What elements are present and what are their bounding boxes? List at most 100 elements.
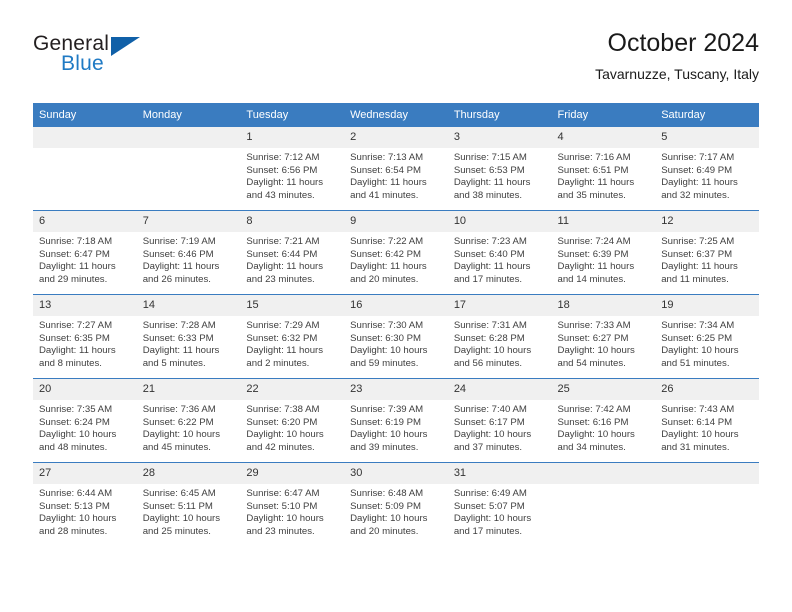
calendar-day-cell[interactable]: 21 Sunrise: 7:36 AM Sunset: 6:22 PM Dayligh…	[136, 378, 241, 463]
day-number: 8	[240, 211, 345, 232]
calendar-day-cell[interactable]: 18 Sunrise: 7:33 AM Sunset: 6:27 PM Dayligh…	[551, 294, 656, 379]
calendar-day-cell[interactable]: 15 Sunrise: 7:29 AM Sunset: 6:32 PM Dayligh…	[240, 294, 345, 379]
day-number: 30	[344, 463, 448, 484]
day-details: Sunrise: 7:15 AM Sunset: 6:53 PM Daylight:…	[448, 148, 552, 202]
calendar-day-cell[interactable]: 26 Sunrise: 7:43 AM Sunset: 6:14 PM Dayligh…	[655, 378, 759, 463]
day-details: Sunrise: 6:47 AM Sunset: 5:10 PM Daylight:…	[240, 484, 344, 538]
calendar-day-cell[interactable]: 4 Sunrise: 7:16 AM Sunset: 6:51 PM Daylight…	[551, 127, 656, 211]
logo-text-blue: Blue	[61, 52, 104, 75]
daylight-text-line2: and 35 minutes.	[557, 189, 626, 201]
day-number: 11	[551, 211, 656, 232]
daylight-text-line1: Daylight: 10 hours	[453, 513, 532, 525]
daylight-text-line1: Daylight: 10 hours	[39, 429, 117, 441]
calendar-day-cell[interactable]: 20 Sunrise: 7:35 AM Sunset: 6:24 PM Dayligh…	[33, 378, 137, 463]
sunset-text: Sunset: 6:16 PM	[557, 416, 629, 428]
calendar-table: Sunday Monday Tuesday Wednesday Thursday…	[33, 103, 759, 546]
day-number: 26	[655, 379, 759, 400]
sunset-text: Sunset: 6:22 PM	[142, 416, 214, 428]
day-details: Sunrise: 7:24 AM Sunset: 6:39 PM Daylight:…	[552, 232, 656, 286]
sunrise-text: Sunrise: 6:48 AM	[350, 488, 424, 499]
daylight-text-line2: and 38 minutes.	[453, 189, 523, 201]
day-details: Sunrise: 7:34 AM Sunset: 6:25 PM Daylight:…	[655, 316, 759, 370]
calendar-day-cell[interactable]: 25 Sunrise: 7:42 AM Sunset: 6:16 PM Dayligh…	[551, 378, 656, 463]
daylight-text-line1: Daylight: 10 hours	[661, 345, 739, 357]
calendar-day-cell[interactable]: 3 Sunrise: 7:15 AM Sunset: 6:53 PM Daylight…	[447, 127, 552, 211]
calendar-day-cell[interactable]: 6 Sunrise: 7:18 AM Sunset: 6:47 PM Daylight…	[33, 210, 137, 295]
calendar-day-cell[interactable]: 12 Sunrise: 7:25 AM Sunset: 6:37 PM Dayligh…	[655, 210, 759, 295]
day-number: 18	[551, 295, 656, 316]
daylight-text-line1: Daylight: 10 hours	[142, 513, 221, 525]
day-details: Sunrise: 7:27 AM Sunset: 6:35 PM Daylight:…	[33, 316, 137, 370]
calendar-day-cell[interactable]: 13 Sunrise: 7:27 AM Sunset: 6:35 PM Dayligh…	[33, 294, 137, 379]
calendar-day-cell[interactable]: 8 Sunrise: 7:21 AM Sunset: 6:44 PM Daylight…	[240, 210, 345, 295]
calendar-day-cell[interactable]: 22 Sunrise: 7:38 AM Sunset: 6:20 PM Dayligh…	[240, 378, 345, 463]
sunset-text: Sunset: 6:27 PM	[557, 332, 629, 344]
sunrise-text: Sunrise: 7:21 AM	[246, 236, 320, 247]
day-details: Sunrise: 7:25 AM Sunset: 6:37 PM Daylight:…	[655, 232, 759, 286]
daylight-text-line2: and 31 minutes.	[661, 441, 730, 453]
calendar-day-cell[interactable]: 17 Sunrise: 7:31 AM Sunset: 6:28 PM Dayligh…	[447, 294, 552, 379]
day-number: 7	[136, 211, 241, 232]
calendar-day-cell[interactable]: 30 Sunrise: 6:48 AM Sunset: 5:09 PM Dayligh…	[344, 462, 448, 546]
calendar-week-row: 13 Sunrise: 7:27 AM Sunset: 6:35 PM Dayligh…	[33, 294, 759, 379]
calendar-day-cell[interactable]: 31 Sunrise: 6:49 AM Sunset: 5:07 PM Dayligh…	[447, 462, 552, 546]
sunset-text: Sunset: 6:54 PM	[350, 164, 422, 176]
calendar-day-cell[interactable]: 29 Sunrise: 6:47 AM Sunset: 5:10 PM Dayligh…	[240, 462, 345, 546]
sunset-text: Sunset: 6:25 PM	[661, 332, 733, 344]
sunrise-text: Sunrise: 7:39 AM	[350, 404, 424, 415]
sunrise-text: Sunrise: 7:38 AM	[246, 404, 320, 415]
daylight-text-line2: and 2 minutes.	[246, 357, 310, 369]
daylight-text-line2: and 25 minutes.	[142, 525, 211, 537]
calendar-day-cell[interactable]: 11 Sunrise: 7:24 AM Sunset: 6:39 PM Dayligh…	[551, 210, 656, 295]
daylight-text-line1: Daylight: 11 hours	[246, 177, 324, 189]
day-number: 5	[655, 127, 759, 148]
daylight-text-line1: Daylight: 11 hours	[453, 261, 531, 273]
calendar-day-cell[interactable]: 16 Sunrise: 7:30 AM Sunset: 6:30 PM Dayligh…	[344, 294, 448, 379]
sunrise-text: Sunrise: 7:43 AM	[661, 404, 735, 415]
day-number: 21	[136, 379, 241, 400]
daylight-text-line2: and 42 minutes.	[246, 441, 315, 453]
sunset-text: Sunset: 6:51 PM	[557, 164, 629, 176]
calendar-day-cell[interactable]: 2 Sunrise: 7:13 AM Sunset: 6:54 PM Daylight…	[344, 127, 448, 211]
daylight-text-line1: Daylight: 11 hours	[246, 261, 324, 273]
calendar-day-cell[interactable]: 14 Sunrise: 7:28 AM Sunset: 6:33 PM Dayligh…	[136, 294, 241, 379]
day-number: 1	[240, 127, 345, 148]
calendar-day-cell[interactable]: 7 Sunrise: 7:19 AM Sunset: 6:46 PM Daylight…	[136, 210, 241, 295]
calendar-day-cell[interactable]: 24 Sunrise: 7:40 AM Sunset: 6:17 PM Dayligh…	[447, 378, 552, 463]
daylight-text-line1: Daylight: 10 hours	[453, 429, 532, 441]
daylight-text-line1: Daylight: 11 hours	[142, 345, 220, 357]
calendar-page: General Blue October 2024 Tavarnuzze, Tu…	[0, 0, 792, 612]
daylight-text-line2: and 32 minutes.	[661, 189, 730, 201]
day-number: 10	[447, 211, 552, 232]
calendar-day-cell[interactable]: 9 Sunrise: 7:22 AM Sunset: 6:42 PM Daylight…	[344, 210, 448, 295]
sunrise-text: Sunrise: 6:45 AM	[142, 488, 216, 499]
calendar-day-cell[interactable]: 10 Sunrise: 7:23 AM Sunset: 6:40 PM Dayligh…	[447, 210, 552, 295]
sunrise-text: Sunrise: 7:25 AM	[661, 236, 735, 247]
day-number: 20	[33, 379, 137, 400]
calendar-header-row: Sunday Monday Tuesday Wednesday Thursday…	[33, 103, 759, 127]
day-details: Sunrise: 7:28 AM Sunset: 6:33 PM Daylight:…	[137, 316, 241, 370]
day-details: Sunrise: 7:13 AM Sunset: 6:54 PM Daylight:…	[344, 148, 448, 202]
weekday-header-monday: Monday	[136, 103, 241, 127]
calendar-day-cell[interactable]: 1 Sunrise: 7:12 AM Sunset: 6:56 PM Daylight…	[240, 127, 345, 211]
day-details: Sunrise: 7:38 AM Sunset: 6:20 PM Daylight:…	[240, 400, 344, 454]
day-details: Sunrise: 7:22 AM Sunset: 6:42 PM Daylight:…	[344, 232, 448, 286]
general-blue-logo: General Blue	[33, 32, 153, 84]
daylight-text-line1: Daylight: 10 hours	[557, 429, 635, 441]
calendar-week-row: 6 Sunrise: 7:18 AM Sunset: 6:47 PM Daylight…	[33, 210, 759, 295]
daylight-text-line2: and 41 minutes.	[350, 189, 419, 201]
day-number: 16	[344, 295, 448, 316]
day-details: Sunrise: 7:29 AM Sunset: 6:32 PM Daylight:…	[240, 316, 344, 370]
logo-flag-icon	[111, 37, 140, 56]
calendar-day-cell[interactable]: 27 Sunrise: 6:44 AM Sunset: 5:13 PM Dayligh…	[33, 462, 137, 546]
calendar-day-cell[interactable]: 28 Sunrise: 6:45 AM Sunset: 5:11 PM Dayligh…	[136, 462, 241, 546]
daylight-text-line1: Daylight: 11 hours	[39, 261, 116, 273]
weekday-header-friday: Friday	[551, 103, 656, 127]
sunrise-text: Sunrise: 7:17 AM	[661, 152, 735, 163]
calendar-day-cell[interactable]: 23 Sunrise: 7:39 AM Sunset: 6:19 PM Dayligh…	[344, 378, 448, 463]
calendar-day-cell[interactable]: 19 Sunrise: 7:34 AM Sunset: 6:25 PM Dayligh…	[655, 294, 759, 379]
calendar-day-cell[interactable]: 5 Sunrise: 7:17 AM Sunset: 6:49 PM Daylight…	[655, 127, 759, 211]
daylight-text-line2: and 11 minutes.	[661, 273, 729, 285]
daylight-text-line2: and 43 minutes.	[246, 189, 315, 201]
daylight-text-line2: and 37 minutes.	[453, 441, 523, 453]
